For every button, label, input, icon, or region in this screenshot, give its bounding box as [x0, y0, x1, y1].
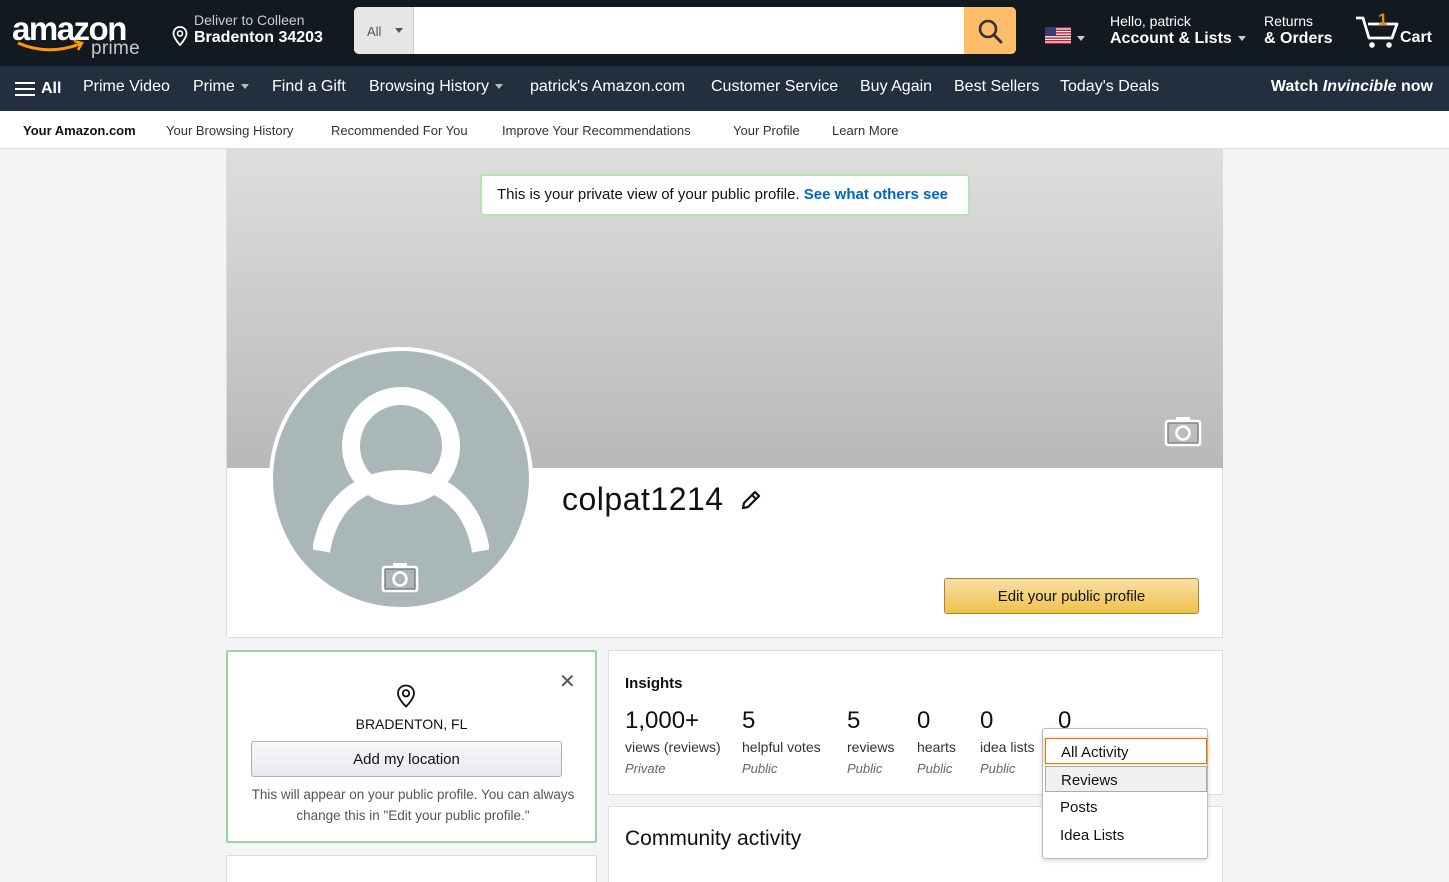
- nav-buy-again[interactable]: Buy Again: [860, 78, 932, 96]
- chevron-down-icon: [395, 28, 403, 33]
- greeting-text: Hello, patrick: [1110, 13, 1191, 29]
- stat-value: 1,000+: [625, 707, 700, 734]
- about-card: [226, 855, 597, 882]
- promo-suffix: now: [1401, 78, 1433, 95]
- nav-best-sellers[interactable]: Best Sellers: [954, 78, 1039, 96]
- subnav-your-amazon[interactable]: Your Amazon.com: [23, 123, 136, 138]
- search-button[interactable]: [964, 7, 1016, 54]
- nav-browsing-history-label: Browsing History: [369, 78, 490, 95]
- activity-filter-dropdown[interactable]: All Activity Reviews Posts Idea Lists: [1042, 728, 1208, 859]
- cart-button[interactable]: 1 Cart: [1354, 10, 1439, 54]
- pencil-edit-icon[interactable]: [739, 488, 763, 512]
- stat-visibility: Public: [917, 761, 953, 776]
- avatar-camera-icon[interactable]: [381, 561, 419, 593]
- hamburger-menu-icon: [15, 78, 35, 100]
- close-icon[interactable]: ✕: [559, 669, 576, 694]
- nav-browsing-history[interactable]: Browsing History: [369, 78, 503, 96]
- promo-title: Invincible: [1322, 78, 1397, 95]
- all-menu-label: All: [41, 80, 62, 98]
- profile-username: colpat1214: [562, 481, 724, 517]
- top-navigation-bar: amazon prime Deliver to Colleen Bradento…: [0, 0, 1449, 66]
- stat-label: idea lists: [980, 739, 1035, 755]
- stat-value: 5: [847, 707, 861, 734]
- edit-public-profile-button[interactable]: Edit your public profile: [944, 578, 1199, 614]
- see-what-others-see-link[interactable]: See what others see: [804, 186, 948, 203]
- deliver-line-2: Bradenton 34203: [194, 29, 323, 46]
- subnav-learn-more[interactable]: Learn More: [832, 123, 898, 138]
- stat-label: views (reviews): [625, 739, 721, 755]
- profile-avatar[interactable]: [269, 347, 533, 611]
- user-placeholder-icon: [313, 387, 489, 553]
- stat-visibility: Public: [847, 761, 883, 776]
- dropdown-option-idea-lists[interactable]: Idea Lists: [1045, 822, 1207, 848]
- nav-prime-label: Prime: [193, 78, 235, 95]
- nav-prime[interactable]: Prime: [193, 78, 249, 96]
- stat-hearts: 0 hearts Public: [917, 707, 956, 776]
- camera-icon[interactable]: [1164, 415, 1202, 447]
- stat-views: 1,000+ views (reviews) Private: [625, 707, 721, 776]
- stat-helpful-votes: 5 helpful votes Public: [742, 707, 821, 776]
- dropdown-option-reviews[interactable]: Reviews: [1045, 766, 1207, 792]
- notice-text: This is your private view of your public…: [497, 186, 800, 203]
- search-icon: [978, 19, 1003, 44]
- private-view-notice: This is your private view of your public…: [480, 174, 970, 216]
- search-input[interactable]: [414, 7, 964, 54]
- returns-orders-link[interactable]: Returns & Orders: [1264, 13, 1332, 48]
- sub-navigation: Your Amazon.com Your Browsing History Re…: [0, 111, 1449, 149]
- stat-value: 5: [742, 707, 756, 734]
- amazon-prime-logo[interactable]: amazon prime: [12, 8, 152, 60]
- search-bar: All: [354, 7, 1016, 54]
- nav-prime-video[interactable]: Prime Video: [83, 78, 170, 96]
- subnav-your-profile[interactable]: Your Profile: [733, 123, 800, 138]
- dropdown-option-all-activity[interactable]: All Activity: [1045, 738, 1207, 764]
- stat-label: helpful votes: [742, 739, 821, 755]
- nav-todays-deals[interactable]: Today's Deals: [1060, 78, 1159, 96]
- search-category-select[interactable]: All: [354, 7, 414, 54]
- insights-title: Insights: [625, 675, 683, 692]
- profile-header-card: This is your private view of your public…: [226, 149, 1223, 638]
- add-my-location-button[interactable]: Add my location: [251, 741, 562, 777]
- cart-label: Cart: [1400, 29, 1433, 46]
- smile-arrow-icon: [17, 40, 84, 52]
- subnav-browsing-history[interactable]: Your Browsing History: [166, 123, 293, 138]
- location-hint-text: This will appear on your public profile.…: [251, 787, 575, 823]
- promo-prefix: Watch: [1270, 78, 1319, 95]
- search-category-label: All: [367, 24, 382, 39]
- stat-reviews: 5 reviews Public: [847, 707, 894, 776]
- community-activity-title: Community activity: [625, 827, 802, 850]
- location-card: ✕ BRADENTON, FL Add my location This wil…: [226, 650, 597, 843]
- location-city: BRADENTON, FL: [355, 716, 468, 732]
- all-menu-button[interactable]: All: [15, 78, 61, 100]
- stat-label: hearts: [917, 739, 956, 755]
- promo-watch-invincible[interactable]: Watch Invincible now: [1271, 78, 1433, 96]
- stat-idea-lists: 0 idea lists Public: [980, 707, 1034, 776]
- us-flag-icon[interactable]: [1045, 27, 1071, 44]
- language-chevron-icon[interactable]: [1077, 36, 1085, 41]
- stat-visibility: Public: [980, 761, 1016, 776]
- stat-value: 0: [980, 707, 994, 734]
- returns-line-2: & Orders: [1264, 30, 1333, 47]
- account-lists-label: Account & Lists: [1110, 30, 1232, 47]
- dropdown-option-posts[interactable]: Posts: [1045, 794, 1207, 820]
- nav-your-amazon[interactable]: patrick's Amazon.com: [530, 78, 685, 96]
- nav-find-a-gift[interactable]: Find a Gift: [272, 78, 346, 96]
- stat-value: 0: [917, 707, 931, 734]
- logo-prime-text: prime: [91, 38, 141, 59]
- stat-visibility: Private: [625, 761, 666, 776]
- main-navigation: All Prime Video Prime Find a Gift Browsi…: [0, 66, 1449, 111]
- chevron-down-icon: [1237, 36, 1246, 42]
- stat-visibility: Public: [742, 761, 778, 776]
- subnav-recommended[interactable]: Recommended For You: [331, 123, 468, 138]
- stat-label: reviews: [847, 739, 895, 755]
- account-and-lists-menu[interactable]: Hello, patrick Account & Lists: [1110, 13, 1246, 48]
- location-pin-icon: [397, 684, 415, 708]
- cart-count: 1: [1378, 10, 1388, 29]
- returns-line-1: Returns: [1264, 13, 1314, 29]
- location-pin-icon: [172, 26, 188, 46]
- nav-customer-service[interactable]: Customer Service: [711, 78, 838, 96]
- cart-icon: [1356, 16, 1399, 48]
- subnav-improve-recommendations[interactable]: Improve Your Recommendations: [502, 123, 691, 138]
- deliver-line-1: Deliver to Colleen: [194, 12, 305, 28]
